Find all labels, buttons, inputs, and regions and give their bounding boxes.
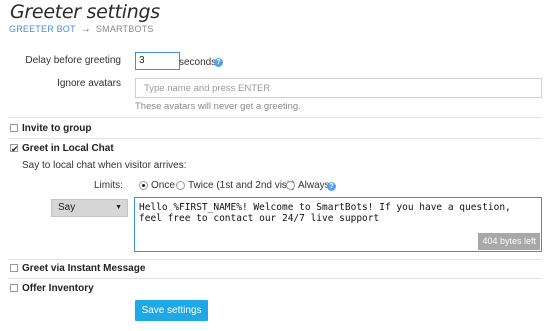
divider [8,278,542,279]
breadcrumb-current: SMARTBOTS [95,24,154,34]
offer-inventory-label[interactable]: Offer Inventory [22,283,94,294]
invite-group-checkbox[interactable] [10,124,18,132]
say-mode-value: Say [58,202,76,213]
divider [8,138,542,139]
local-chat-checkbox[interactable]: ✔ [10,144,19,154]
divider [8,117,542,118]
invite-group-label[interactable]: Invite to group [22,123,91,134]
save-settings-button[interactable]: Save settings [135,300,208,321]
ignore-avatars-hint: These avatars will never get a greeting. [135,101,301,112]
offer-inventory-checkbox[interactable] [10,284,18,292]
instant-message-label[interactable]: Greet via Instant Message [22,263,145,274]
limits-always-label[interactable]: Always [298,180,330,191]
breadcrumb-arrow-icon: → [80,24,91,35]
help-icon[interactable]: ? [214,58,223,67]
delay-unit-label: seconds [179,57,217,68]
breadcrumb: GREETER BOT → SMARTBOTS [9,24,154,35]
delay-input[interactable]: 3 [135,52,180,70]
say-mode-select[interactable]: Say ▼ [51,199,128,217]
bytes-left-badge: 404 bytes left [478,233,540,250]
help-icon[interactable]: ? [327,182,336,191]
greeting-message-textarea[interactable]: Hello %FIRST_NAME%! Welcome to SmartBots… [134,197,542,252]
ignore-avatars-input[interactable]: Type name and press ENTER [135,78,542,98]
limits-label: Limits: [94,180,123,191]
limits-once-radio[interactable] [139,181,148,190]
greeting-message-text: Hello %FIRST_NAME%! Welcome to SmartBots… [139,202,511,224]
limits-once-label[interactable]: Once [151,180,175,191]
chevron-down-icon: ▼ [115,204,122,211]
local-chat-description: Say to local chat when visitor arrives: [22,160,187,171]
instant-message-checkbox[interactable] [10,264,18,272]
breadcrumb-greeter-bot-link[interactable]: GREETER BOT [9,24,76,34]
limits-twice-radio[interactable] [176,181,185,190]
ignore-avatars-label: Ignore avatars [57,78,121,89]
limits-twice-label[interactable]: Twice (1st and 2nd visit) [188,180,295,191]
checkmark-icon: ✔ [11,144,19,154]
delay-label: Delay before greeting [25,55,121,66]
limits-always-radio[interactable] [286,181,295,190]
divider [8,259,542,260]
local-chat-label[interactable]: Greet in Local Chat [22,143,114,154]
page-title: Greeter settings [10,1,160,23]
